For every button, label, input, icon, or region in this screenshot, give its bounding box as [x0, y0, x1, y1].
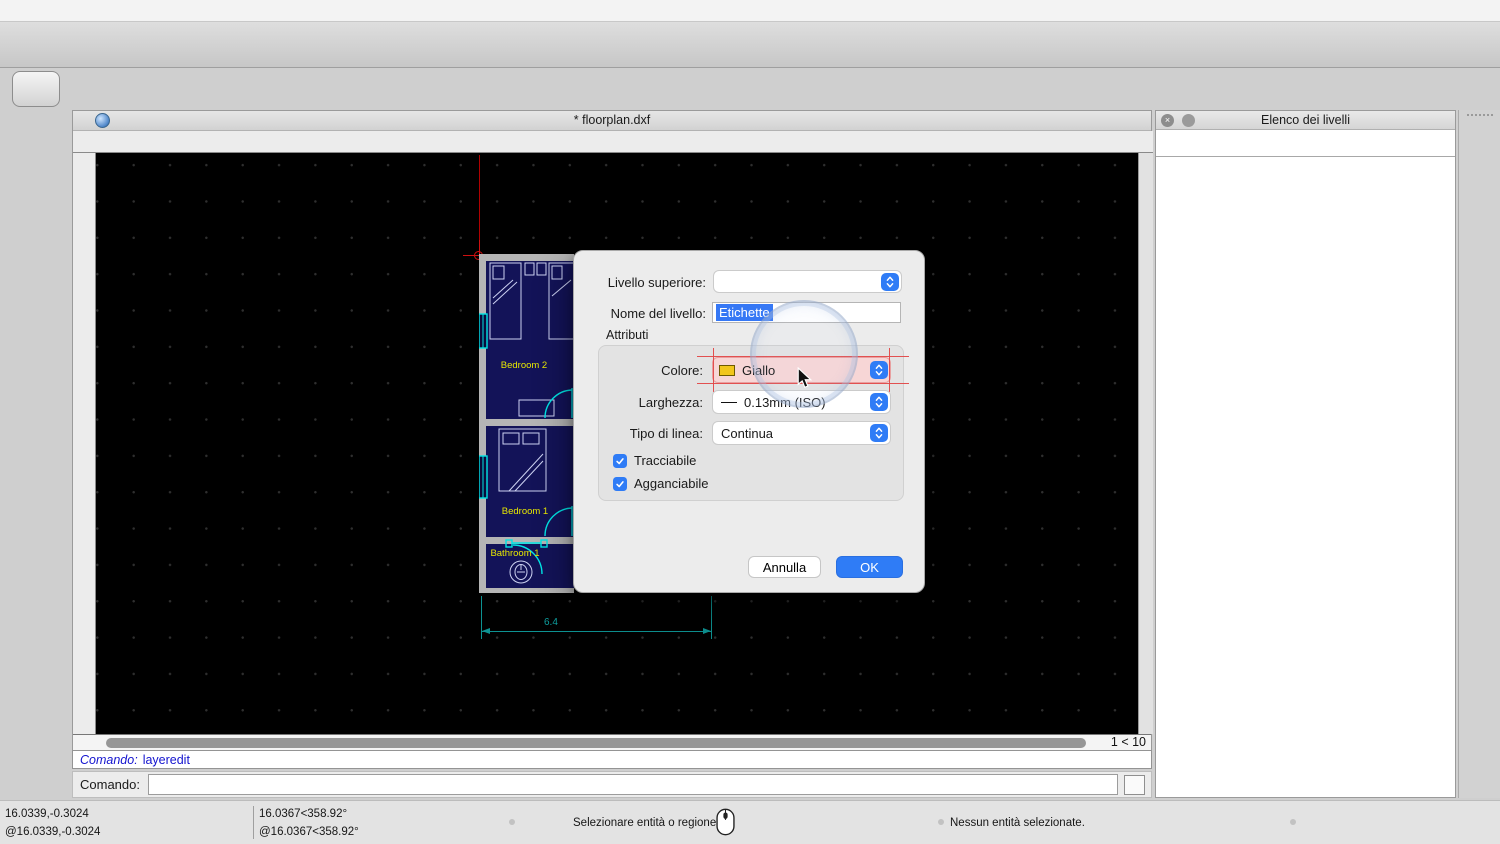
- checkbox-checked-icon: [613, 477, 627, 491]
- linetype-value: Continua: [721, 426, 773, 441]
- layer-edit-dialog: Livello superiore: Nome del livello: Eti…: [573, 250, 925, 593]
- left-click-hint: Selezionare entità o regione: [573, 817, 716, 829]
- snap-crosshair-line: [889, 348, 890, 392]
- status-bar: 16.0339,-0.3024 @16.0339,-0.3024 16.0367…: [0, 800, 1500, 844]
- layer-list-panel: × Elenco dei livelli: [1155, 110, 1456, 798]
- lineweight-dropdown[interactable]: 0.13mm (ISO): [712, 390, 891, 414]
- lineweight-sample-icon: [721, 402, 737, 403]
- status-dot: [509, 819, 515, 825]
- parent-layer-label: Livello superiore:: [574, 275, 706, 290]
- dock-drag-handle: [1467, 114, 1493, 116]
- coord-polar-relative: @16.0367<358.92°: [259, 826, 359, 838]
- plottable-checkbox[interactable]: Tracciabile: [613, 453, 696, 468]
- room-label: Bedroom 2: [487, 360, 561, 371]
- linetype-dropdown[interactable]: Continua: [712, 421, 891, 445]
- command-prompt-label: Comando:: [80, 777, 140, 792]
- command-row: Comando:: [72, 771, 1152, 798]
- close-icon[interactable]: ×: [1161, 114, 1174, 127]
- dimension-value: 6.4: [544, 617, 558, 628]
- layer-name-value: Etichette: [716, 304, 773, 321]
- coord-polar: 16.0367<358.92°: [259, 808, 347, 820]
- command-widget: Comando: layeredit Comando:: [72, 750, 1152, 798]
- checkbox-checked-icon: [613, 454, 627, 468]
- dock-toolbar: [1458, 110, 1500, 798]
- status-dot: [1290, 819, 1296, 825]
- snap-crosshair-line: [697, 356, 909, 357]
- zoom-ratio-label: 1 < 10: [1111, 735, 1146, 749]
- menu-bar: [0, 0, 1500, 22]
- layer-name-field[interactable]: Etichette: [712, 302, 901, 323]
- command-input[interactable]: [148, 774, 1118, 795]
- command-history: Comando: layeredit: [72, 750, 1152, 769]
- floorplan-drawing[interactable]: Bedroom 2 Bedroom 1 Bathroom 1: [479, 254, 574, 593]
- panel-title: Elenco dei livelli: [1261, 113, 1350, 127]
- cancel-button[interactable]: Annulla: [748, 556, 821, 578]
- stepper-icon: [870, 424, 888, 442]
- linetype-label: Tipo di linea:: [599, 426, 703, 441]
- layer-toolbar: [1156, 130, 1455, 157]
- stepper-icon: [881, 273, 899, 291]
- snappable-label: Agganciabile: [634, 476, 708, 491]
- ok-button[interactable]: OK: [836, 556, 903, 578]
- command-history-label: Comando:: [80, 753, 138, 767]
- canvas-right-margin: [1138, 153, 1153, 734]
- mouse-cursor: [797, 367, 812, 390]
- scrollbar-thumb[interactable]: [106, 738, 1086, 748]
- vertical-ruler: [73, 153, 96, 734]
- coord-relative: @16.0339,-0.3024: [5, 826, 100, 838]
- attributes-group-label: Attributi: [606, 328, 648, 342]
- dimension-arrow: [703, 628, 711, 634]
- horizontal-ruler: [73, 131, 1153, 153]
- canvas-scrollbar[interactable]: 1 < 10: [73, 734, 1151, 751]
- statusbar-divider: [253, 806, 254, 839]
- dimension-line: [482, 631, 711, 632]
- status-dot: [938, 819, 944, 825]
- lineweight-value: 0.13mm (ISO): [744, 395, 826, 410]
- parent-layer-dropdown[interactable]: [713, 270, 902, 293]
- selection-status: Nessun entità selezionate.: [950, 817, 1085, 829]
- desktop: { "menubar": {"items": ["File","Modifica…: [0, 0, 1500, 844]
- stepper-icon: [870, 361, 888, 379]
- lineweight-label: Larghezza:: [599, 395, 703, 410]
- command-history-value: layeredit: [143, 753, 190, 767]
- plottable-label: Tracciabile: [634, 453, 696, 468]
- stepper-icon: [870, 393, 888, 411]
- command-options-button[interactable]: [1124, 775, 1145, 795]
- draw-tool-button[interactable]: [12, 71, 60, 107]
- layer-name-label: Nome del livello:: [574, 306, 706, 321]
- yellow-color-swatch: [719, 365, 735, 376]
- main-toolbar: [0, 22, 1500, 68]
- coord-absolute: 16.0339,-0.3024: [5, 808, 89, 820]
- undock-icon[interactable]: [1182, 114, 1195, 127]
- floorplan-geometry: [479, 254, 574, 593]
- snappable-checkbox[interactable]: Agganciabile: [613, 476, 708, 491]
- room-label: Bedroom 1: [488, 506, 562, 517]
- color-label: Colore:: [599, 363, 703, 378]
- drawing-title-bar: * floorplan.dxf: [73, 111, 1151, 131]
- dimension-arrow: [482, 628, 490, 634]
- attributes-group: Colore: Giallo Larghezza: 0.13mm (ISO) T…: [598, 345, 904, 501]
- room-label: Bathroom 1: [479, 548, 551, 559]
- color-value: Giallo: [742, 363, 775, 378]
- panel-header: × Elenco dei livelli: [1156, 111, 1455, 130]
- mouse-icon: [716, 807, 735, 837]
- dimension-extension-line: [711, 596, 712, 639]
- snap-crosshair-line: [713, 348, 714, 392]
- document-title: * floorplan.dxf: [73, 113, 1151, 127]
